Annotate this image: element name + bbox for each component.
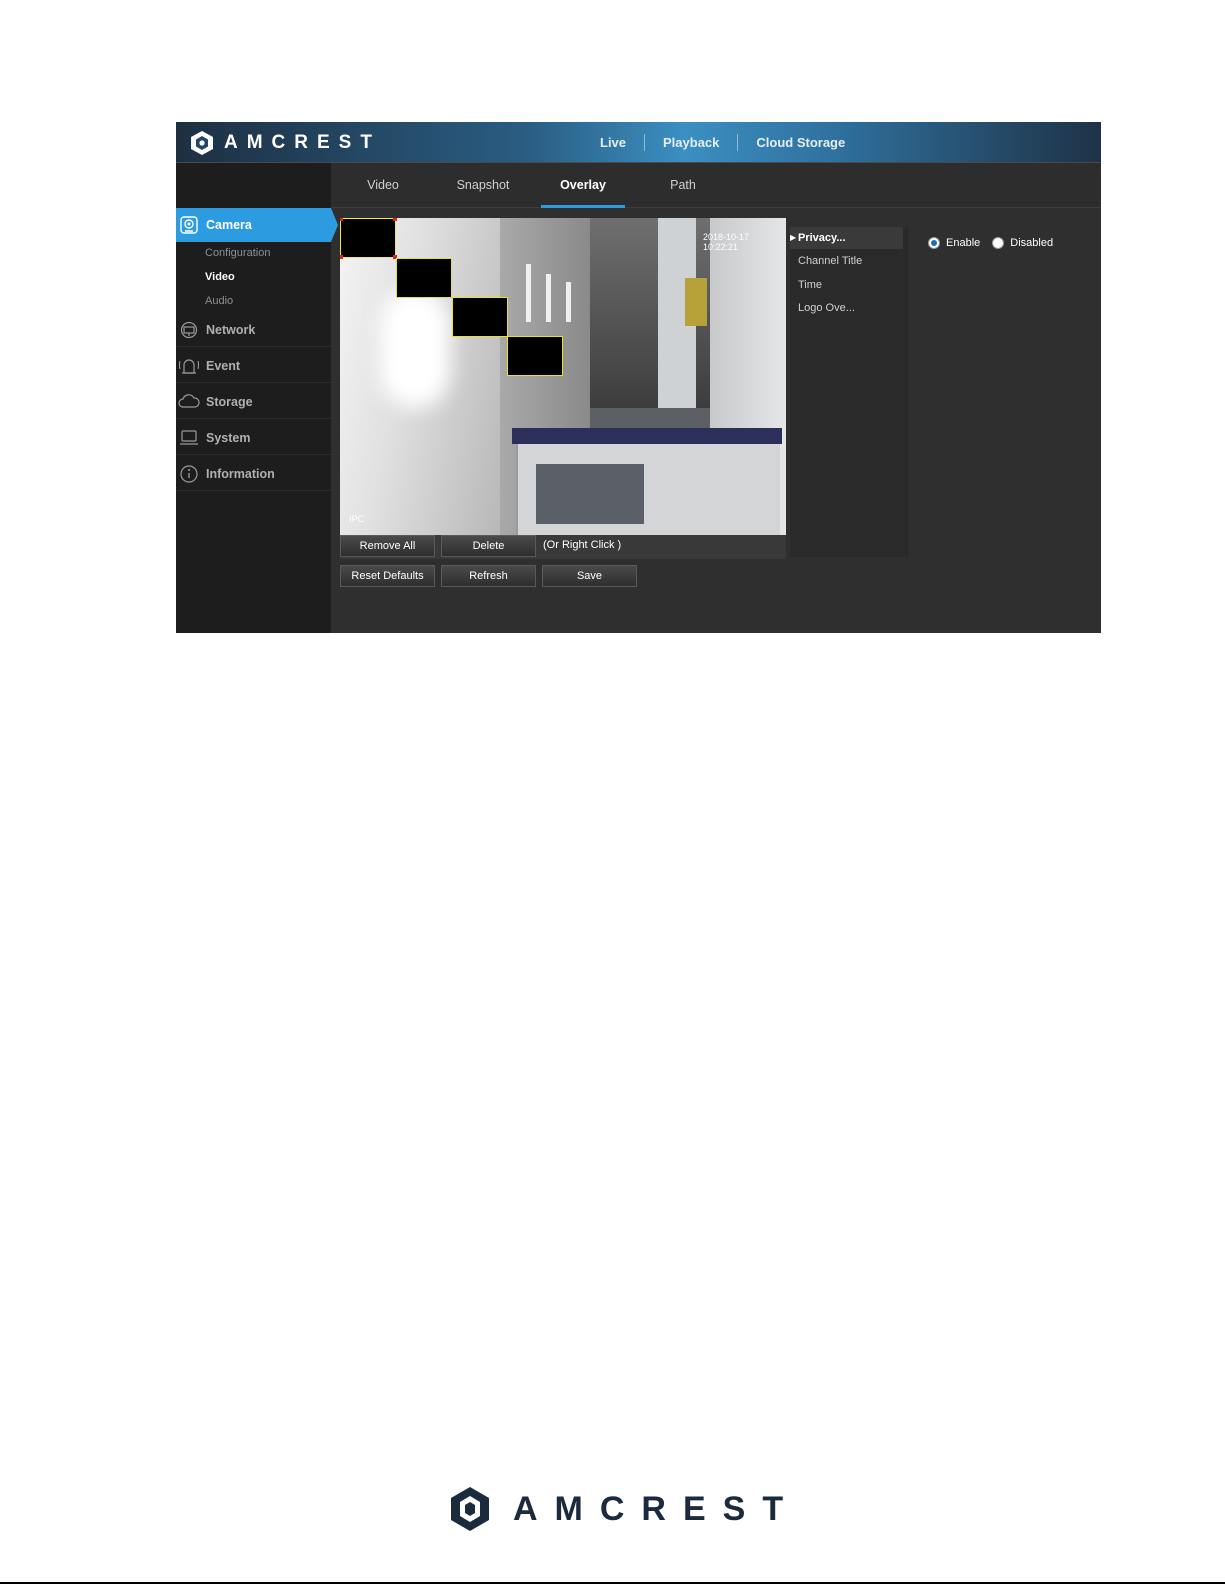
- disabled-radio[interactable]: [992, 237, 1005, 249]
- page-bottom-rule: [0, 1582, 1225, 1584]
- remove-all-button[interactable]: Remove All: [340, 535, 435, 557]
- top-bar: AMCREST Live Playback Cloud Storage: [176, 122, 1101, 163]
- caret-right-icon: ▶: [790, 233, 797, 242]
- header-logo: AMCREST: [190, 130, 381, 156]
- tab-snapshot[interactable]: Snapshot: [441, 163, 525, 208]
- tab-overlay[interactable]: Overlay: [541, 163, 625, 208]
- overlay-type-privacy[interactable]: ▶ Privacy...: [790, 227, 903, 249]
- sidebar-subitem-video[interactable]: Video: [205, 271, 235, 283]
- sidebar-item-label: Network: [206, 322, 256, 337]
- scene-window-light: [380, 288, 450, 408]
- camera-icon: [178, 214, 200, 236]
- mask-action-bar: Remove All Delete (Or Right Click ): [340, 535, 786, 559]
- sidebar-subitem-audio[interactable]: Audio: [205, 295, 233, 307]
- enable-radio[interactable]: [928, 237, 940, 249]
- overlay-type-time[interactable]: Time: [790, 274, 903, 296]
- sidebar-item-information[interactable]: Information: [176, 457, 331, 491]
- footer-brand-name: AMCREST: [513, 1489, 801, 1528]
- scene-counter: [512, 428, 782, 444]
- event-icon: [178, 355, 200, 377]
- sidebar-item-event[interactable]: Event: [176, 349, 331, 383]
- overlay-type-label: Privacy...: [798, 232, 846, 244]
- scene-sign: [685, 278, 707, 326]
- refresh-button[interactable]: Refresh: [441, 565, 536, 587]
- overlay-type-logo[interactable]: Logo Ove...: [790, 297, 903, 319]
- scene-stripe: [526, 264, 531, 322]
- privacy-mask-region[interactable]: [396, 258, 452, 298]
- web-interface: AMCREST Live Playback Cloud Storage Vide…: [176, 122, 1101, 633]
- tab-video[interactable]: Video: [341, 163, 425, 208]
- scene-cabinet-window: [536, 464, 644, 524]
- resize-handle[interactable]: [340, 255, 343, 259]
- delete-button[interactable]: Delete: [441, 535, 536, 557]
- nav-cloud-storage[interactable]: Cloud Storage: [738, 135, 863, 150]
- privacy-mask-region[interactable]: [340, 218, 396, 258]
- save-button[interactable]: Save: [542, 565, 637, 587]
- right-click-hint: (Or Right Click ): [543, 539, 622, 551]
- footer-logo: AMCREST: [449, 1483, 800, 1535]
- nav-live[interactable]: Live: [582, 135, 644, 150]
- tab-path[interactable]: Path: [641, 163, 725, 208]
- overlay-type-list: ▶ Privacy... Channel Title Time Logo Ove…: [790, 227, 908, 557]
- monitor-icon: [178, 427, 200, 449]
- network-icon: [178, 319, 200, 341]
- sidebar-item-system[interactable]: System: [176, 421, 331, 455]
- sidebar-subitem-configuration[interactable]: Configuration: [205, 247, 270, 259]
- top-navigation: Live Playback Cloud Storage: [582, 122, 863, 163]
- resize-handle[interactable]: [393, 218, 397, 221]
- sidebar-item-label: Storage: [206, 394, 253, 409]
- disabled-radio-label[interactable]: Disabled: [1010, 237, 1053, 249]
- video-preview[interactable]: 2018-10-17 10:22:21 IPC: [340, 218, 786, 535]
- enable-radio-label[interactable]: Enable: [946, 237, 980, 249]
- resize-handle[interactable]: [340, 218, 343, 221]
- reset-defaults-button[interactable]: Reset Defaults: [340, 565, 435, 587]
- cloud-icon: [178, 391, 200, 413]
- sidebar: Camera Configuration Video Audio Network…: [176, 163, 338, 633]
- sidebar-item-storage[interactable]: Storage: [176, 385, 331, 419]
- sidebar-item-network[interactable]: Network: [176, 313, 331, 347]
- privacy-mask-region[interactable]: [507, 336, 563, 376]
- osd-channel-name: IPC: [349, 514, 365, 524]
- amcrest-logo-icon: [191, 131, 213, 155]
- osd-timestamp: 2018-10-17 10:22:21: [703, 232, 750, 252]
- tab-bar: Video Snapshot Overlay Path: [331, 163, 1101, 208]
- privacy-mask-region[interactable]: [452, 297, 508, 337]
- overlay-type-channel-title[interactable]: Channel Title: [790, 250, 903, 272]
- nav-playback[interactable]: Playback: [645, 135, 737, 150]
- sidebar-item-label: Event: [206, 358, 241, 373]
- privacy-enable-toggle: Enable Disabled: [928, 236, 1065, 250]
- scene-stripe: [566, 282, 571, 322]
- sidebar-item-label: Camera: [206, 218, 252, 232]
- header-brand-name: AMCREST: [224, 132, 381, 153]
- amcrest-logo-icon: [451, 1487, 489, 1531]
- sidebar-item-label: System: [206, 430, 251, 445]
- scene-stripe: [546, 274, 551, 322]
- info-icon: [178, 463, 200, 485]
- sidebar-item-camera[interactable]: Camera: [176, 208, 338, 242]
- sidebar-item-label: Information: [206, 466, 275, 481]
